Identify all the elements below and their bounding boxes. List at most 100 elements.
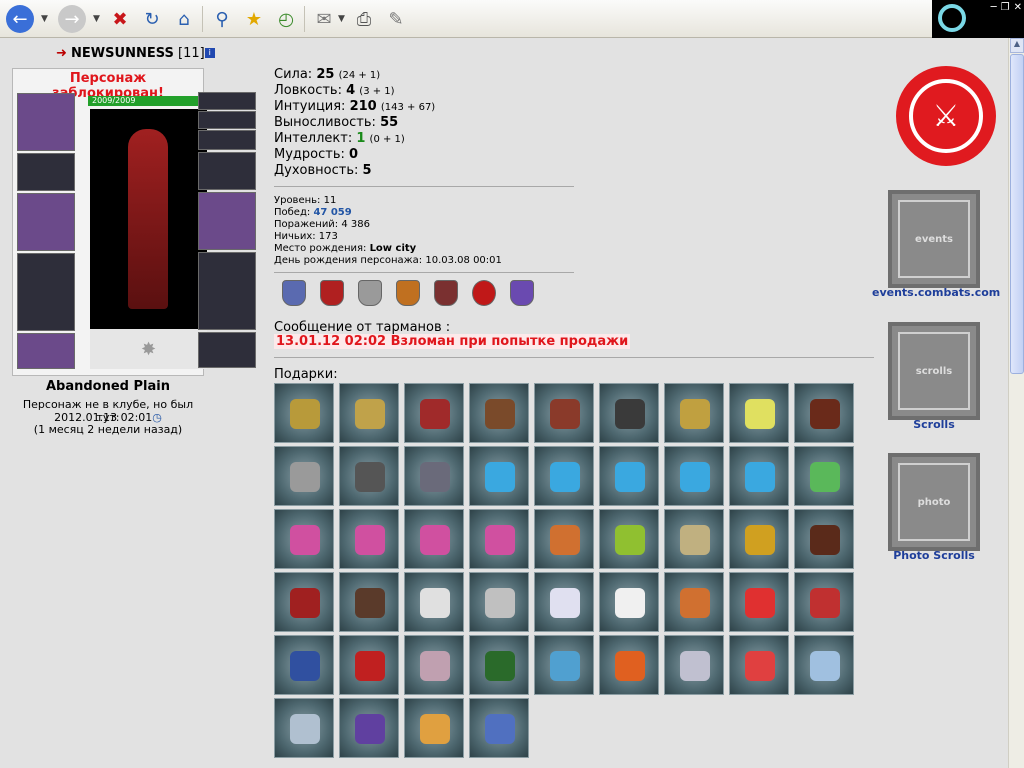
badge-icon[interactable]	[510, 280, 534, 306]
gift-item[interactable]	[339, 572, 399, 632]
gift-item[interactable]	[404, 446, 464, 506]
gift-item[interactable]	[274, 698, 334, 758]
gift-item[interactable]	[534, 509, 594, 569]
boots-slot[interactable]	[198, 332, 256, 368]
gift-item[interactable]	[729, 572, 789, 632]
gift-item[interactable]	[274, 635, 334, 695]
gift-item[interactable]	[729, 383, 789, 443]
events-banner[interactable]: events events.combats.com	[872, 190, 1000, 299]
gift-item[interactable]	[469, 698, 529, 758]
gift-item[interactable]	[664, 509, 724, 569]
earring-slot[interactable]	[198, 92, 256, 110]
history-icon[interactable]: ◴	[272, 5, 300, 33]
gift-item[interactable]	[339, 383, 399, 443]
stop-icon[interactable]: ✖	[106, 5, 134, 33]
gift-item[interactable]	[729, 509, 789, 569]
gift-item[interactable]	[599, 509, 659, 569]
leggings-slot[interactable]	[198, 252, 256, 330]
gift-item[interactable]	[404, 572, 464, 632]
back-dropdown-icon[interactable]: ▼	[41, 14, 48, 24]
badge-icon[interactable]	[434, 280, 458, 306]
gift-item[interactable]	[469, 383, 529, 443]
gift-item[interactable]	[404, 698, 464, 758]
restore-icon[interactable]: ❐	[1001, 2, 1010, 13]
edit-icon[interactable]: ✎	[382, 5, 410, 33]
bracer-slot[interactable]	[17, 153, 75, 191]
gift-item[interactable]	[404, 509, 464, 569]
armor-slot[interactable]	[17, 253, 75, 331]
photo-scrolls-banner[interactable]: photo Photo Scrolls	[872, 453, 996, 562]
badge-icon[interactable]	[396, 280, 420, 306]
badge-icon[interactable]	[320, 280, 344, 306]
gift-item[interactable]	[794, 635, 854, 695]
gift-item[interactable]	[599, 383, 659, 443]
gift-item[interactable]	[794, 509, 854, 569]
gift-item[interactable]	[664, 572, 724, 632]
necklace-slot[interactable]	[198, 111, 256, 129]
helmet-slot[interactable]	[17, 93, 75, 151]
home-icon[interactable]: ⌂	[170, 5, 198, 33]
scroll-up-icon[interactable]: ▲	[1010, 38, 1024, 53]
gift-item[interactable]	[274, 509, 334, 569]
gift-item[interactable]	[664, 383, 724, 443]
gift-item[interactable]	[729, 635, 789, 695]
badge-icon[interactable]	[472, 280, 496, 306]
gift-item[interactable]	[339, 446, 399, 506]
gift-item[interactable]	[404, 635, 464, 695]
gift-item[interactable]	[339, 635, 399, 695]
ram-logo-icon[interactable]: ⚔	[896, 66, 996, 166]
gift-item[interactable]	[469, 572, 529, 632]
belt-slot[interactable]	[17, 333, 75, 369]
gift-item[interactable]	[469, 635, 529, 695]
favorites-icon[interactable]: ★	[240, 5, 268, 33]
gift-item[interactable]	[599, 572, 659, 632]
gift-item[interactable]	[794, 383, 854, 443]
mail-dropdown-icon[interactable]: ▼	[338, 14, 345, 24]
ring-slots[interactable]	[198, 130, 256, 150]
shield-slot[interactable]	[198, 192, 256, 250]
gloves-slot[interactable]	[198, 152, 256, 190]
photo-banner-icon[interactable]: photo	[888, 453, 980, 551]
weapon-slot[interactable]	[17, 193, 75, 251]
badge-icon[interactable]	[358, 280, 382, 306]
scrolls-banner[interactable]: scrolls Scrolls	[872, 322, 996, 431]
badge-icon[interactable]	[282, 280, 306, 306]
gift-item[interactable]	[339, 698, 399, 758]
gift-item[interactable]	[339, 509, 399, 569]
gift-item[interactable]	[274, 446, 334, 506]
back-icon[interactable]: ←	[6, 5, 34, 33]
gift-item[interactable]	[599, 446, 659, 506]
vertical-scrollbar[interactable]: ▲	[1008, 38, 1024, 768]
gift-item[interactable]	[469, 446, 529, 506]
gift-item[interactable]	[664, 446, 724, 506]
gift-item[interactable]	[469, 509, 529, 569]
gift-item[interactable]	[534, 446, 594, 506]
gift-item[interactable]	[599, 635, 659, 695]
scroll-thumb[interactable]	[1010, 54, 1024, 374]
gift-item[interactable]	[534, 572, 594, 632]
private-message-icon[interactable]: ➜	[56, 46, 67, 61]
forward-dropdown-icon[interactable]: ▼	[93, 14, 100, 24]
gift-item[interactable]	[729, 446, 789, 506]
close-icon[interactable]: ✕	[1014, 2, 1022, 13]
events-banner-icon[interactable]: events	[888, 190, 980, 288]
minimize-icon[interactable]: ─	[991, 2, 997, 13]
gift-item[interactable]	[274, 383, 334, 443]
gift-item[interactable]	[794, 572, 854, 632]
info-icon[interactable]: i	[204, 48, 215, 58]
gift-item[interactable]	[534, 383, 594, 443]
gift-item[interactable]	[404, 383, 464, 443]
scrolls-banner-icon[interactable]: scrolls	[888, 322, 980, 420]
gift-item[interactable]	[534, 635, 594, 695]
forward-icon[interactable]: →	[58, 5, 86, 33]
gift-item[interactable]	[274, 572, 334, 632]
mail-icon[interactable]: ✉	[310, 5, 338, 33]
gift-item[interactable]	[664, 635, 724, 695]
search-icon[interactable]: ⚲	[208, 5, 236, 33]
gift-item[interactable]	[794, 446, 854, 506]
refresh-icon[interactable]: ↻	[138, 5, 166, 33]
scrolls-banner-inner: scrolls	[898, 332, 970, 410]
gift-icon	[615, 651, 645, 681]
badges	[282, 280, 534, 306]
print-icon[interactable]: ⎙	[350, 5, 378, 33]
